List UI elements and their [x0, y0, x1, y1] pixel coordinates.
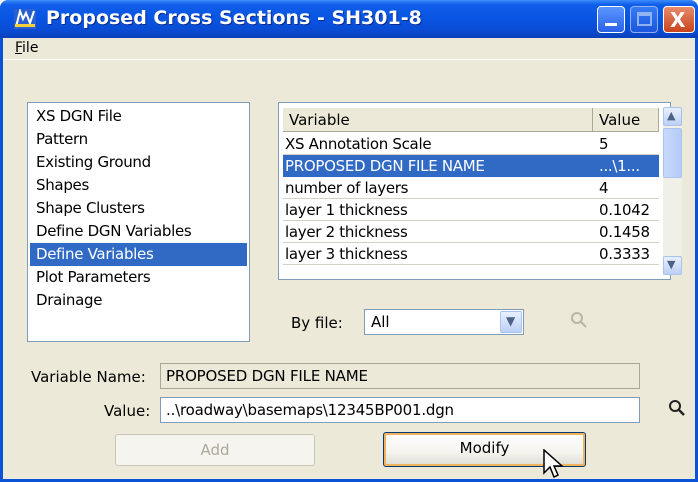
table-row[interactable]: layer 2 thickness 0.1458	[279, 221, 659, 243]
menu-file[interactable]: File	[15, 40, 38, 56]
menu-bar: File	[3, 38, 695, 60]
by-file-label: By file:	[291, 314, 343, 332]
close-button[interactable]: X	[663, 6, 695, 33]
variable-name-label: Variable Name:	[31, 368, 146, 386]
window-title: Proposed Cross Sections - SH301-8	[46, 7, 422, 29]
cell-variable: PROPOSED DGN FILE NAME	[283, 155, 593, 177]
table-row[interactable]: layer 3 thickness 0.3333	[279, 243, 659, 265]
column-header-variable[interactable]: Variable	[283, 108, 593, 132]
cell-value: 0.3333	[599, 245, 650, 263]
add-button[interactable]: Add	[115, 434, 315, 466]
cell-value: ...\1...	[593, 155, 659, 177]
cell-variable: XS Annotation Scale	[285, 135, 432, 153]
browse-search-icon[interactable]	[667, 398, 687, 418]
minimize-button[interactable]	[597, 6, 625, 33]
cell-variable: layer 1 thickness	[285, 201, 408, 219]
value-input[interactable]: ..\roadway\basemaps\12345BP001.dgn	[160, 397, 640, 423]
title-bar[interactable]: Proposed Cross Sections - SH301-8 X	[0, 0, 698, 38]
category-item-existing-ground[interactable]: Existing Ground	[30, 151, 247, 174]
scroll-thumb[interactable]	[663, 128, 682, 178]
search-icon	[571, 312, 587, 328]
scroll-down-button[interactable]: ▼	[663, 256, 682, 275]
scroll-up-button[interactable]: ▲	[663, 107, 682, 126]
category-item-pattern[interactable]: Pattern	[30, 128, 247, 151]
category-item-plot-parameters[interactable]: Plot Parameters	[30, 266, 247, 289]
cell-value: 4	[599, 179, 609, 197]
maximize-icon	[637, 12, 652, 26]
row-divider	[283, 264, 659, 265]
category-item-drainage[interactable]: Drainage	[30, 289, 247, 312]
cell-value: 0.1458	[599, 223, 650, 241]
value-label: Value:	[104, 402, 151, 420]
dropdown-button[interactable]: ▼	[500, 311, 522, 333]
cell-variable: layer 3 thickness	[285, 245, 408, 263]
category-item-shapes[interactable]: Shapes	[30, 174, 247, 197]
cell-value: 5	[599, 135, 609, 153]
chevron-down-icon: ▼	[667, 258, 676, 271]
by-file-select[interactable]: All ▼	[364, 309, 524, 335]
variable-name-field: PROPOSED DGN FILE NAME	[160, 363, 640, 389]
table-row[interactable]: PROPOSED DGN FILE NAME ...\1...	[279, 155, 659, 177]
grid-scrollbar[interactable]: ▲ ▼	[663, 107, 682, 275]
category-item-shape-clusters[interactable]: Shape Clusters	[30, 197, 247, 220]
cell-variable: layer 2 thickness	[285, 223, 408, 241]
chevron-down-icon: ▼	[506, 314, 516, 328]
menu-file-accelerator: F	[15, 40, 23, 56]
cell-value: 0.1042	[599, 201, 650, 219]
dialog-window: Proposed Cross Sections - SH301-8 X File…	[0, 0, 698, 482]
minimize-icon	[605, 23, 617, 26]
variables-grid[interactable]: Variable Value XS Annotation Scale 5 PRO…	[278, 102, 671, 280]
category-list[interactable]: XS DGN File Pattern Existing Ground Shap…	[27, 102, 250, 342]
cell-variable: number of layers	[285, 179, 409, 197]
chevron-up-icon: ▲	[667, 109, 676, 122]
mouse-pointer-icon	[543, 449, 564, 479]
menu-file-label: ile	[22, 40, 39, 56]
category-item-define-variables[interactable]: Define Variables	[30, 243, 247, 266]
category-item-define-dgn-variables[interactable]: Define DGN Variables	[30, 220, 247, 243]
category-item-xs-dgn-file[interactable]: XS DGN File	[30, 105, 247, 128]
table-row[interactable]: number of layers 4	[279, 177, 659, 199]
app-icon	[14, 9, 36, 29]
column-header-value[interactable]: Value	[593, 108, 659, 132]
maximize-button[interactable]	[630, 6, 658, 33]
close-icon: X	[670, 8, 686, 32]
table-row[interactable]: XS Annotation Scale 5	[279, 133, 659, 155]
by-file-value: All	[371, 313, 390, 331]
table-row[interactable]: layer 1 thickness 0.1042	[279, 199, 659, 221]
